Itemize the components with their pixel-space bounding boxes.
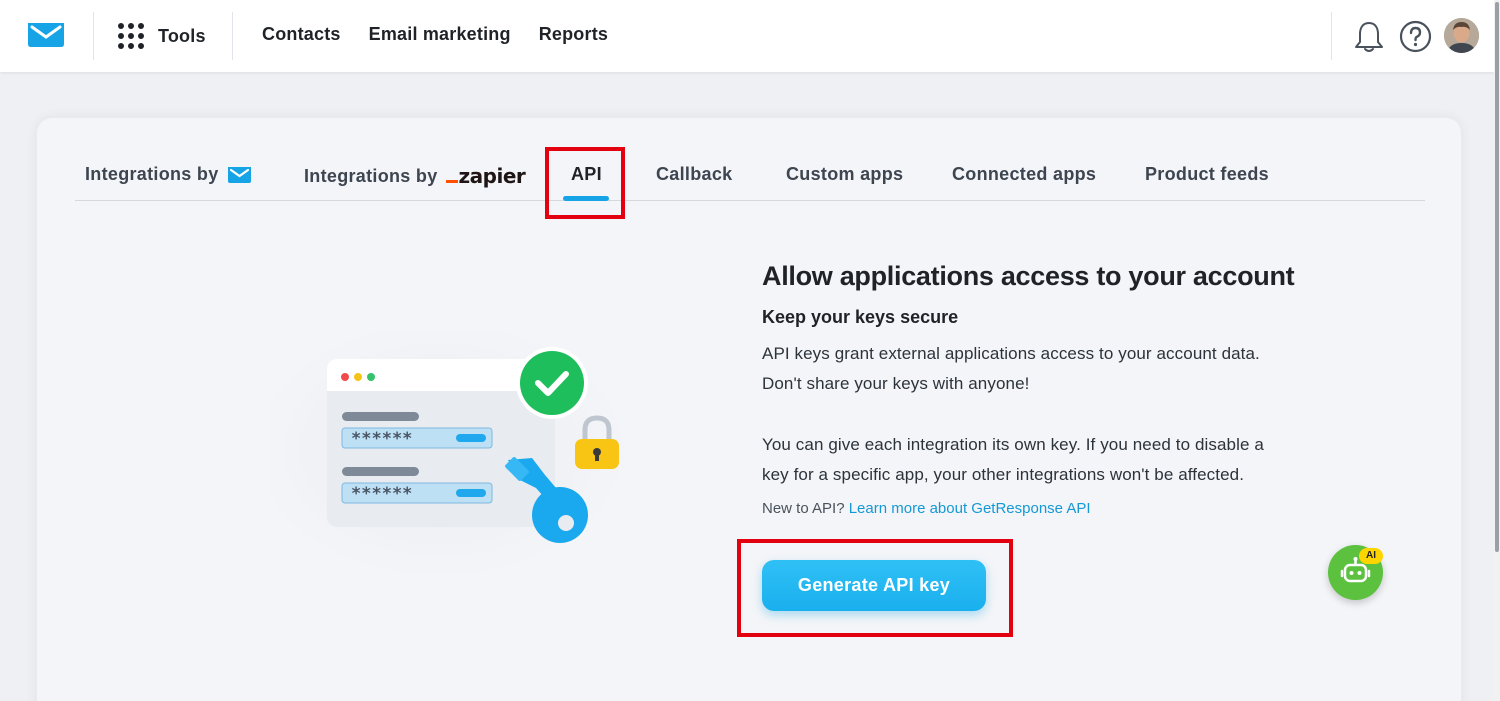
masked-key-text: ****** — [351, 484, 412, 504]
nav-link-email-marketing[interactable]: Email marketing — [369, 24, 511, 45]
getresponse-envelope-icon — [227, 166, 251, 183]
question-circle-icon[interactable] — [1399, 20, 1432, 53]
bell-icon[interactable] — [1353, 20, 1385, 54]
zapier-logo: zapier — [445, 164, 526, 188]
tools-menu-button[interactable]: Tools — [118, 22, 206, 50]
tab-integrations-zapier[interactable]: Integrations by zapier — [304, 164, 526, 188]
zapier-underscore-icon — [445, 179, 458, 183]
nav-link-reports[interactable]: Reports — [539, 24, 608, 45]
getresponse-logo-icon[interactable] — [27, 22, 65, 48]
description-paragraph-2: You can give each integration its own ke… — [762, 435, 1264, 484]
tab-label: Integrations by — [85, 164, 219, 184]
avatar[interactable] — [1444, 18, 1479, 53]
tab-custom-apps[interactable]: Custom apps — [786, 164, 903, 185]
integrations-tabs: Integrations by Integrations by zapier A… — [75, 148, 1425, 201]
integrations-card — [36, 117, 1462, 701]
tab-label: API — [571, 164, 602, 184]
tab-api[interactable]: API — [571, 164, 602, 185]
tab-product-feeds[interactable]: Product feeds — [1145, 164, 1269, 185]
nav-link-contacts[interactable]: Contacts — [262, 24, 341, 45]
top-navigation: Tools Contacts Email marketing Reports — [0, 0, 1495, 72]
section-subheading: Keep your keys secure — [762, 307, 959, 327]
tab-label: Connected apps — [952, 164, 1097, 184]
learn-more-api-link[interactable]: Learn more about GetResponse API — [849, 500, 1091, 517]
apps-grid-icon — [118, 23, 144, 49]
nav-divider — [232, 12, 233, 60]
page-heading: Allow applications access to your accoun… — [762, 261, 1295, 291]
tab-label: Custom apps — [786, 164, 904, 184]
checkmark-circle-icon — [516, 347, 588, 419]
nav-divider — [93, 12, 94, 60]
main-nav-links: Contacts Email marketing Reports — [262, 24, 608, 45]
nav-divider — [1331, 12, 1332, 60]
tab-label: Callback — [656, 164, 733, 184]
tab-label: Integrations by — [304, 165, 438, 186]
api-keys-illustration: ****** ****** — [270, 330, 630, 580]
generate-api-key-button[interactable]: Generate API key — [762, 560, 986, 611]
active-tab-indicator — [563, 196, 609, 201]
tools-label: Tools — [158, 25, 206, 46]
ai-badge: AI — [1359, 548, 1383, 564]
tab-label: Product feeds — [1145, 164, 1269, 184]
tab-integrations-getresponse[interactable]: Integrations by — [85, 164, 252, 185]
description-paragraph-1: API keys grant external applications acc… — [762, 344, 1260, 393]
tab-callback[interactable]: Callback — [656, 164, 732, 185]
new-to-api-note: New to API? Learn more about GetResponse… — [762, 500, 1091, 517]
page-scrollbar-thumb[interactable] — [1495, 2, 1499, 552]
masked-key-text: ****** — [351, 429, 412, 449]
user-avatar-icon — [1444, 18, 1479, 53]
tab-connected-apps[interactable]: Connected apps — [952, 164, 1096, 185]
